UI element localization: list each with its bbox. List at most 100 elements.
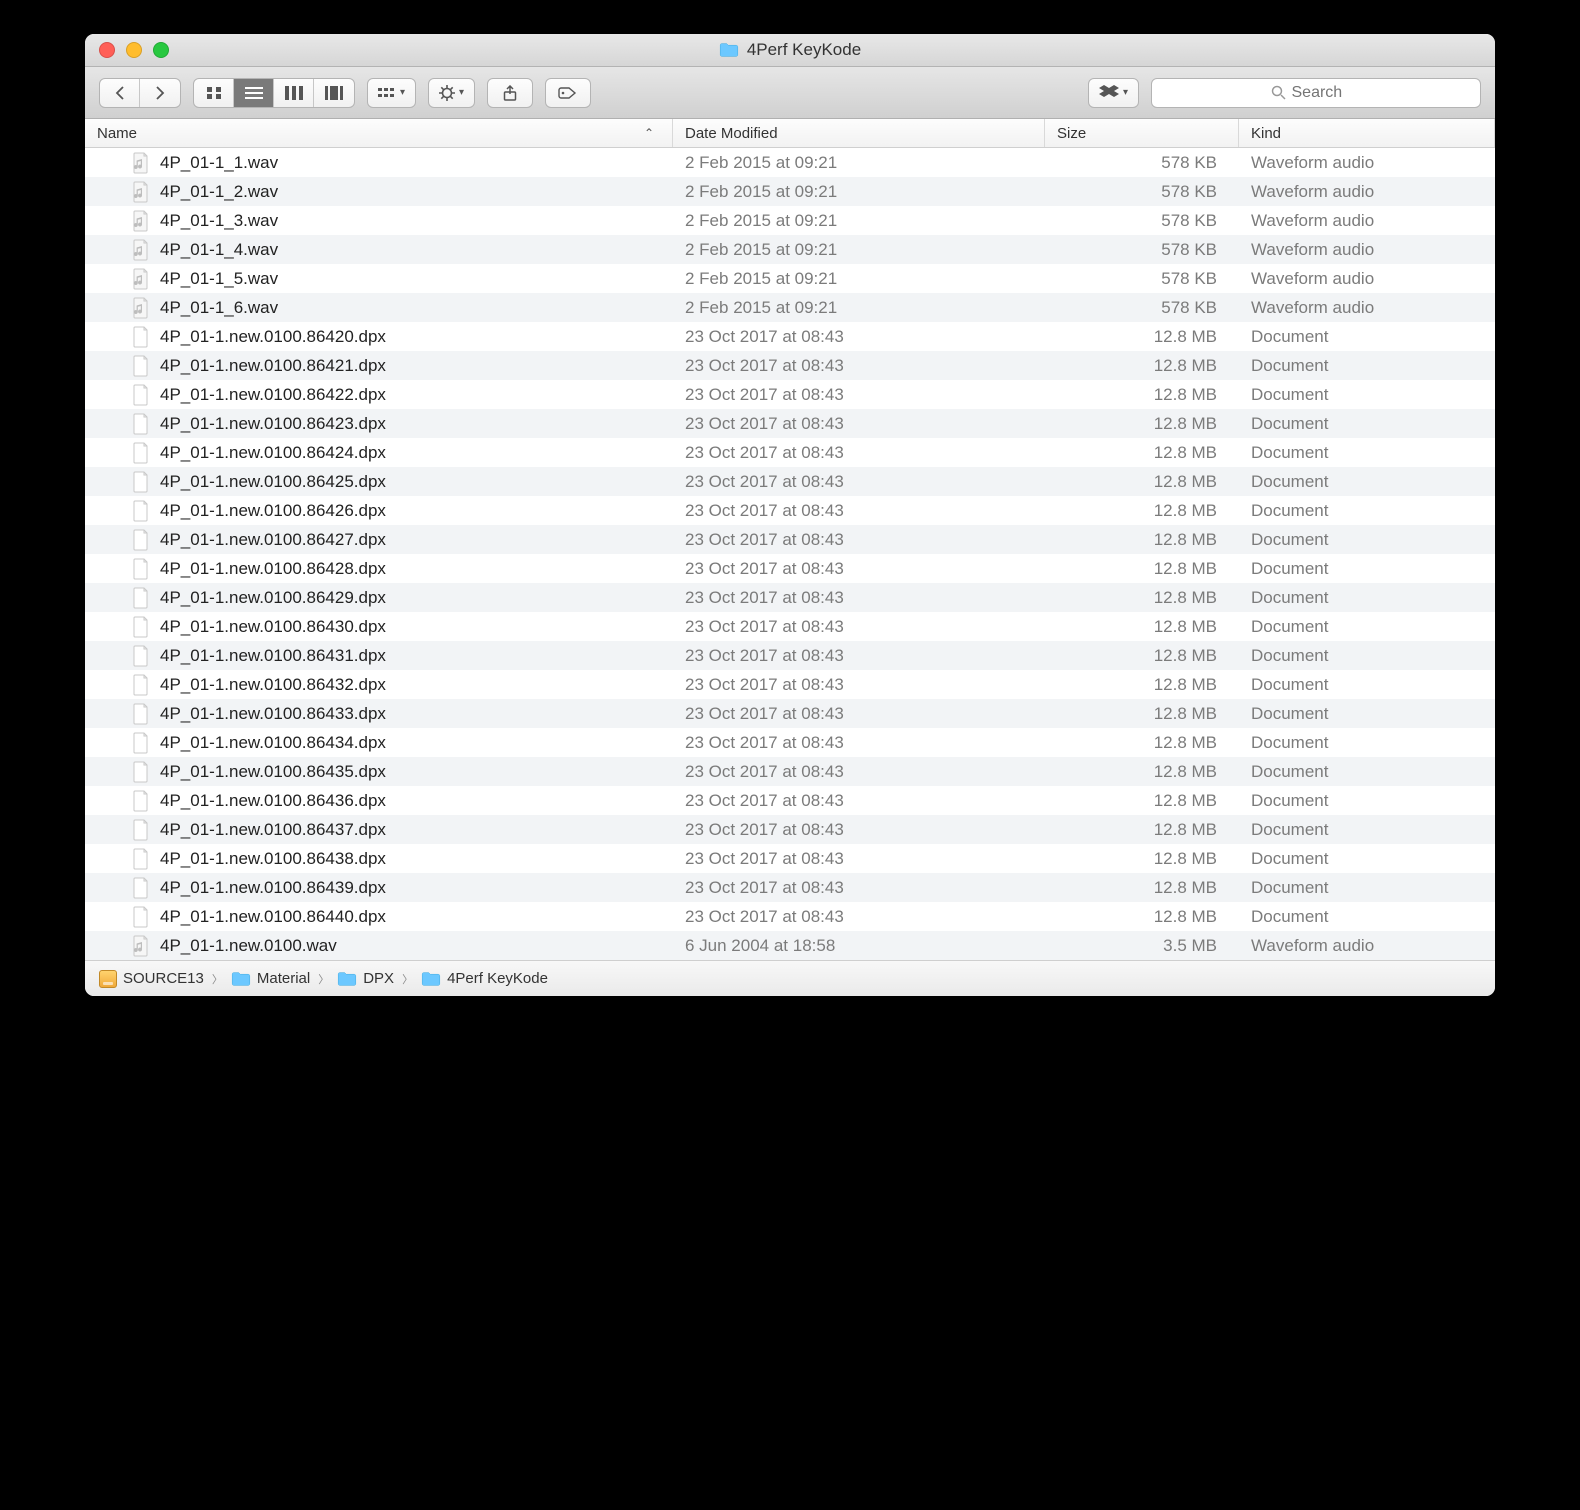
audio-file-icon: [131, 297, 151, 319]
file-kind: Document: [1239, 588, 1495, 608]
file-date: 23 Oct 2017 at 08:43: [673, 414, 1045, 434]
file-date: 23 Oct 2017 at 08:43: [673, 356, 1045, 376]
file-row[interactable]: 4P_01-1_1.wav2 Feb 2015 at 09:21578 KBWa…: [85, 148, 1495, 177]
breadcrumb-item[interactable]: SOURCE13: [99, 970, 204, 988]
file-row[interactable]: 4P_01-1_5.wav2 Feb 2015 at 09:21578 KBWa…: [85, 264, 1495, 293]
file-row[interactable]: 4P_01-1.new.0100.86431.dpx 23 Oct 2017 at…: [85, 641, 1495, 670]
file-row[interactable]: 4P_01-1.new.0100.86434.dpx23 Oct 2017 at…: [85, 728, 1495, 757]
breadcrumb-item[interactable]: 4Perf KeyKode: [421, 970, 548, 987]
breadcrumb-label: DPX: [363, 970, 394, 987]
file-row[interactable]: 4P_01-1_3.wav2 Feb 2015 at 09:21578 KBWa…: [85, 206, 1495, 235]
file-size: 12.8 MB: [1045, 443, 1239, 463]
file-size: 12.8 MB: [1045, 559, 1239, 579]
file-name: 4P_01-1.new.0100.86435.dpx: [160, 762, 386, 782]
file-row[interactable]: 4P_01-1.new.0100.86437.dpx23 Oct 2017 at…: [85, 815, 1495, 844]
file-row[interactable]: 4P_01-1.new.0100.86438.dpx23 Oct 2017 at…: [85, 844, 1495, 873]
document-file-icon: [131, 587, 151, 609]
file-row[interactable]: 4P_01-1.new.0100.86422.dpx23 Oct 2017 at…: [85, 380, 1495, 409]
file-size: 12.8 MB: [1045, 791, 1239, 811]
file-row[interactable]: 4P_01-1.new.0100.wav6 Jun 2004 at 18:583…: [85, 931, 1495, 960]
tags-button[interactable]: [545, 78, 591, 108]
column-size[interactable]: Size: [1045, 119, 1239, 147]
file-row[interactable]: 4P_01-1.new.0100.86428.dpx23 Oct 2017 at…: [85, 554, 1495, 583]
file-name: 4P_01-1.new.0100.86431.dpx: [160, 646, 386, 666]
breadcrumb-item[interactable]: Material: [231, 970, 310, 987]
file-name: 4P_01-1_3.wav: [160, 211, 278, 231]
file-row[interactable]: 4P_01-1.new.0100.86433.dpx23 Oct 2017 at…: [85, 699, 1495, 728]
view-mode-segment: [193, 78, 355, 108]
file-size: 578 KB: [1045, 240, 1239, 260]
file-row[interactable]: 4P_01-1_2.wav2 Feb 2015 at 09:21578 KBWa…: [85, 177, 1495, 206]
file-row[interactable]: 4P_01-1.new.0100.86436.dpx23 Oct 2017 at…: [85, 786, 1495, 815]
search-icon: [1271, 85, 1286, 100]
file-date: 23 Oct 2017 at 08:43: [673, 646, 1045, 666]
view-icons-button[interactable]: [194, 79, 234, 107]
file-row[interactable]: 4P_01-1.new.0100.86429.dpx23 Oct 2017 at…: [85, 583, 1495, 612]
document-file-icon: [131, 471, 151, 493]
document-file-icon: [131, 645, 151, 667]
document-file-icon: [131, 355, 151, 377]
file-row[interactable]: 4P_01-1.new.0100.86430.dpx23 Oct 2017 at…: [85, 612, 1495, 641]
breadcrumb-label: Material: [257, 970, 310, 987]
view-list-button[interactable]: [234, 79, 274, 107]
minimize-button[interactable]: [126, 42, 142, 58]
file-kind: Document: [1239, 907, 1495, 927]
breadcrumb-label: 4Perf KeyKode: [447, 970, 548, 987]
view-columns-button[interactable]: [274, 79, 314, 107]
file-date: 2 Feb 2015 at 09:21: [673, 211, 1045, 231]
file-kind: Document: [1239, 617, 1495, 637]
view-gallery-button[interactable]: [314, 79, 354, 107]
toolbar: ▾ ▾ ▾: [85, 67, 1495, 119]
dropbox-button[interactable]: ▾: [1088, 78, 1139, 108]
path-bar: SOURCE13〉Material〉DPX〉4Perf KeyKode: [85, 960, 1495, 996]
file-row[interactable]: 4P_01-1_6.wav2 Feb 2015 at 09:21578 KBWa…: [85, 293, 1495, 322]
file-date: 23 Oct 2017 at 08:43: [673, 385, 1045, 405]
file-row[interactable]: 4P_01-1.new.0100.86427.dpx23 Oct 2017 at…: [85, 525, 1495, 554]
file-row[interactable]: 4P_01-1.new.0100.86432.dpx23 Oct 2017 at…: [85, 670, 1495, 699]
file-row[interactable]: 4P_01-1.new.0100.86423.dpx 23 Oct 2017 at…: [85, 409, 1495, 438]
close-button[interactable]: [99, 42, 115, 58]
share-button[interactable]: [487, 78, 533, 108]
file-name: 4P_01-1.new.0100.86428.dpx: [160, 559, 386, 579]
file-kind: Document: [1239, 791, 1495, 811]
breadcrumb-item[interactable]: DPX: [337, 970, 394, 987]
file-date: 23 Oct 2017 at 08:43: [673, 530, 1045, 550]
file-name: 4P_01-1.new.0100.86420.dpx: [160, 327, 386, 347]
file-name: 4P_01-1_4.wav: [160, 240, 278, 260]
column-date[interactable]: Date Modified: [673, 119, 1045, 147]
file-name: 4P_01-1.new.0100.86423.dpx: [160, 414, 386, 434]
back-button[interactable]: [100, 79, 140, 107]
file-row[interactable]: 4P_01-1.new.0100.86425.dpx23 Oct 2017 at…: [85, 467, 1495, 496]
file-row[interactable]: 4P_01-1.new.0100.86421.dpx23 Oct 2017 at…: [85, 351, 1495, 380]
file-row[interactable]: 4P_01-1.new.0100.86439.dpx23 Oct 2017 at…: [85, 873, 1495, 902]
zoom-button[interactable]: [153, 42, 169, 58]
forward-button[interactable]: [140, 79, 180, 107]
file-row[interactable]: 4P_01-1_4.wav2 Feb 2015 at 09:21578 KBWa…: [85, 235, 1495, 264]
file-row[interactable]: 4P_01-1.new.0100.86424.dpx23 Oct 2017 at…: [85, 438, 1495, 467]
file-kind: Waveform audio: [1239, 298, 1495, 318]
file-row[interactable]: 4P_01-1.new.0100.86420.dpx23 Oct 2017 at…: [85, 322, 1495, 351]
window-title: 4Perf KeyKode: [85, 40, 1495, 60]
file-kind: Document: [1239, 559, 1495, 579]
audio-file-icon: [131, 935, 151, 957]
file-kind: Document: [1239, 530, 1495, 550]
document-file-icon: [131, 529, 151, 551]
document-file-icon: [131, 500, 151, 522]
search-input[interactable]: [1292, 84, 1362, 102]
audio-file-icon: [131, 152, 151, 174]
file-name: 4P_01-1.new.0100.86432.dpx: [160, 675, 386, 695]
action-button[interactable]: ▾: [428, 78, 475, 108]
file-row[interactable]: 4P_01-1.new.0100.86426.dpx23 Oct 2017 at…: [85, 496, 1495, 525]
sort-ascending-icon: ⌃: [644, 126, 660, 140]
column-name[interactable]: Name ⌃: [85, 119, 673, 147]
file-name: 4P_01-1.new.0100.86437.dpx: [160, 820, 386, 840]
file-row[interactable]: 4P_01-1.new.0100.86440.dpx23 Oct 2017 at…: [85, 902, 1495, 931]
column-kind[interactable]: Kind: [1239, 119, 1495, 147]
file-kind: Waveform audio: [1239, 153, 1495, 173]
file-row[interactable]: 4P_01-1.new.0100.86435.dpx23 Oct 2017 at…: [85, 757, 1495, 786]
search-field[interactable]: [1151, 78, 1481, 108]
arrange-button[interactable]: ▾: [367, 78, 416, 108]
file-kind: Document: [1239, 733, 1495, 753]
folder-icon: [231, 971, 251, 987]
document-file-icon: [131, 413, 151, 435]
